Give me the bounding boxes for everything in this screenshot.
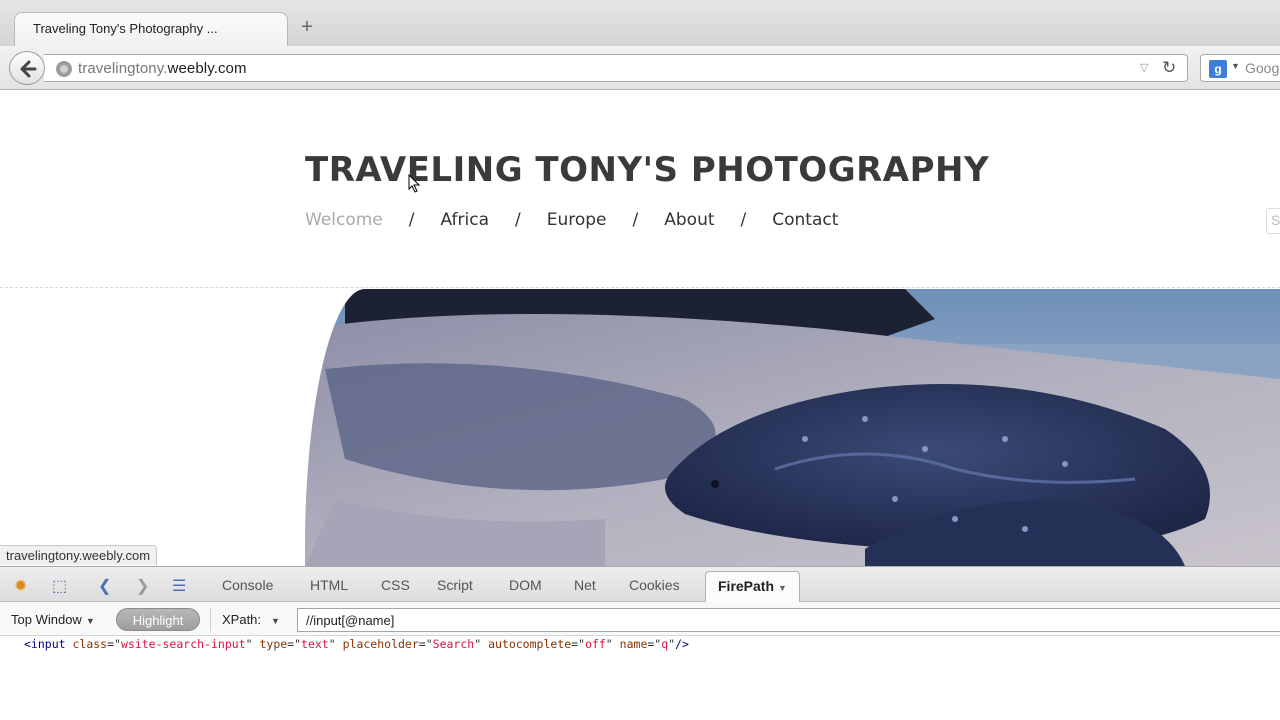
code-attr-value: wsite-search-input [120,637,246,651]
nav-item-contact[interactable]: Contact [772,210,838,230]
xpath-result-line[interactable]: <input class="wsite-search-input" type="… [24,637,689,651]
code-attr-name: name [619,637,648,651]
window-select[interactable]: Top Window ▼ [11,612,95,627]
tab-script[interactable]: Script [437,577,473,593]
nav-separator: / [632,210,639,230]
firebug-toolbar: ✹ ⬚ ❮ ❯ ☰ Console HTML CSS Script DOM Net Cook… [0,566,1280,603]
nav-separator: / [408,210,415,230]
tab-firepath[interactable]: FirePath ▼ [705,571,800,603]
nav-item-welcome[interactable]: Welcome [305,210,383,230]
code-punct: =" [571,637,586,651]
code-tag-open: <input [24,637,66,651]
tab-cookies[interactable]: Cookies [629,577,680,593]
next-icon[interactable]: ❯ [136,576,149,596]
navigation-toolbar: travelingtony.weebly.com ▽ ↻ g ▼ Goog [0,46,1280,90]
globe-icon [56,61,72,77]
web-page: TRAVELING TONY'S PHOTOGRAPHY Welcome / Afr… [0,90,1280,566]
hero-image [305,289,1280,566]
code-tag-close: /> [675,637,689,651]
new-tab-button[interactable]: + [296,16,318,38]
nav-item-africa[interactable]: Africa [441,210,490,230]
code-attr-name: placeholder [342,637,419,651]
tab-console[interactable]: Console [222,577,273,593]
nav-separator: / [515,210,521,230]
back-arrow-icon [20,60,37,78]
content-divider [0,287,1280,288]
code-punct: " [605,637,613,651]
browser-tab[interactable]: Traveling Tony's Photography ... [14,12,288,46]
tab-dom[interactable]: DOM [509,577,542,593]
xpath-select[interactable]: XPath: ▼ [222,612,280,627]
google-icon: g [1209,60,1227,78]
site-search-input[interactable]: S [1266,208,1280,234]
engine-dropdown-icon[interactable]: ▼ [1231,61,1240,71]
url-text[interactable]: travelingtony.weebly.com [78,60,247,77]
command-line-icon[interactable]: ☰ [172,576,186,596]
code-punct: =" [647,637,662,651]
chevron-down-icon: ▼ [271,616,280,626]
code-attr-name: type [259,637,288,651]
search-engine-label: Goog [1245,60,1280,76]
history-dropdown-icon[interactable]: ▽ [1140,61,1148,74]
code-punct: =" [418,637,433,651]
code-punct: =" [287,637,302,651]
tab-title: Traveling Tony's Photography ... [33,21,218,36]
previous-icon[interactable]: ❮ [98,576,111,596]
site-nav: Welcome / Africa / Europe / About / Contact [305,210,838,230]
code-attr-value: off [585,637,606,651]
search-box[interactable]: g ▼ Goog [1200,54,1280,82]
nav-item-about[interactable]: About [664,210,714,230]
mouse-cursor-icon [408,174,421,193]
code-punct: =" [107,637,121,651]
back-button[interactable] [9,51,45,85]
chevron-down-icon[interactable]: ▼ [778,583,787,593]
inspect-element-icon[interactable]: ⬚ [52,576,67,596]
url-bar[interactable]: travelingtony.weebly.com ▽ ↻ [44,54,1188,82]
chevron-down-icon: ▼ [85,616,95,626]
turtle-photo [305,289,1280,566]
code-punct: " [245,637,253,651]
xpath-input[interactable] [297,608,1280,632]
firebug-bug-icon[interactable]: ✹ [14,576,27,596]
highlight-button[interactable]: Highlight [116,608,200,631]
reload-icon[interactable]: ↻ [1162,58,1176,78]
code-attr-name: class [72,637,108,651]
status-bar: travelingtony.weebly.com [0,545,158,565]
code-attr-name: autocomplete [488,637,572,651]
code-punct: " [328,637,336,651]
tab-net[interactable]: Net [574,577,596,593]
tab-html[interactable]: HTML [310,577,348,593]
firepath-bar: Top Window ▼ Highlight XPath: ▼ [0,602,1280,636]
code-attr-value: text [301,637,329,651]
code-punct: " [474,637,482,651]
tab-css[interactable]: CSS [381,577,410,593]
code-attr-value: Search [432,637,475,651]
toolbar-divider [210,608,211,631]
tab-strip: Traveling Tony's Photography ... + [0,0,1280,46]
nav-separator: / [740,210,747,230]
nav-item-europe[interactable]: Europe [547,210,607,230]
